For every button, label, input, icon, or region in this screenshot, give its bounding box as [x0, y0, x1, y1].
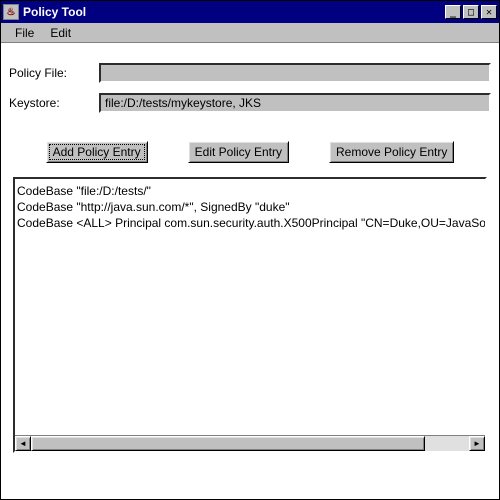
policy-file-input[interactable]	[99, 63, 491, 83]
title-bar: ♨ Policy Tool _ □ ✕	[1, 1, 499, 23]
content-area: Policy File: Keystore: Add Policy Entry …	[1, 43, 499, 453]
menu-edit[interactable]: Edit	[42, 24, 79, 42]
add-policy-entry-button[interactable]: Add Policy Entry	[46, 141, 148, 163]
list-item[interactable]: CodeBase "http://java.sun.com/*", Signed…	[17, 199, 483, 215]
menu-file[interactable]: File	[7, 24, 42, 42]
keystore-label: Keystore:	[9, 96, 99, 110]
horizontal-scrollbar[interactable]: ◄ ►	[15, 435, 485, 451]
menu-bar: File Edit	[1, 23, 499, 43]
keystore-row: Keystore:	[9, 93, 491, 113]
button-row: Add Policy Entry Edit Policy Entry Remov…	[9, 141, 491, 163]
java-icon: ♨	[3, 4, 19, 20]
scroll-track[interactable]	[31, 436, 469, 451]
maximize-button[interactable]: □	[463, 5, 479, 19]
scroll-right-button[interactable]: ►	[469, 436, 485, 451]
list-item[interactable]: CodeBase "file:/D:/tests/"	[17, 183, 483, 199]
window-title: Policy Tool	[23, 5, 443, 19]
edit-policy-entry-button[interactable]: Edit Policy Entry	[188, 141, 289, 163]
policy-file-row: Policy File:	[9, 63, 491, 83]
remove-policy-entry-button[interactable]: Remove Policy Entry	[329, 141, 454, 163]
minimize-button[interactable]: _	[445, 5, 461, 19]
scroll-left-button[interactable]: ◄	[15, 436, 31, 451]
list-item[interactable]: CodeBase <ALL> Principal com.sun.securit…	[17, 215, 483, 231]
keystore-input[interactable]	[99, 93, 491, 113]
scroll-thumb[interactable]	[31, 436, 425, 451]
close-button[interactable]: ✕	[481, 5, 497, 19]
policy-entry-list-content: CodeBase "file:/D:/tests/" CodeBase "htt…	[15, 179, 485, 435]
policy-entry-list[interactable]: CodeBase "file:/D:/tests/" CodeBase "htt…	[13, 177, 487, 453]
policy-file-label: Policy File:	[9, 66, 99, 80]
